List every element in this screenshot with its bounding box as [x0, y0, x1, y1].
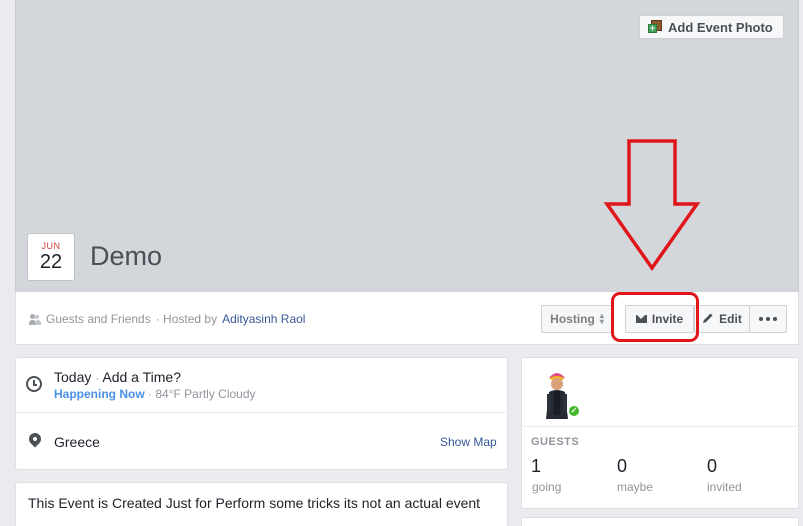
- show-map-link[interactable]: Show Map: [440, 435, 497, 449]
- event-location[interactable]: Greece: [54, 434, 100, 450]
- event-date-month: JUN: [41, 241, 61, 251]
- divider: [15, 412, 508, 413]
- going-count[interactable]: 1: [531, 456, 541, 477]
- edit-label: Edit: [719, 312, 742, 326]
- maybe-count[interactable]: 0: [617, 456, 627, 477]
- next-card: [521, 517, 799, 526]
- sort-arrows-icon: ▴ ▾: [599, 311, 604, 326]
- happening-now-status: Happening Now: [54, 387, 145, 401]
- event-description: This Event is Created Just for Perform s…: [28, 495, 481, 511]
- add-time-link[interactable]: Add a Time?: [102, 369, 181, 385]
- time-separator: ·: [95, 371, 100, 385]
- hosted-by-prefix: · Hosted by: [155, 312, 218, 326]
- more-options-button[interactable]: [749, 305, 787, 333]
- add-event-photo-button[interactable]: + Add Event Photo: [639, 15, 784, 39]
- annotation-highlight-box: [611, 292, 699, 342]
- pencil-icon: [702, 312, 714, 327]
- event-date-day: 22: [39, 251, 63, 273]
- event-title: Demo: [90, 241, 163, 271]
- event-status-line: Happening Now · 84°F Partly Cloudy: [54, 387, 256, 401]
- maybe-label[interactable]: maybe: [617, 480, 653, 494]
- guests-icon: [29, 313, 41, 325]
- more-icon: [759, 317, 777, 321]
- going-label[interactable]: going: [532, 480, 561, 494]
- check-icon: ✓: [567, 404, 581, 418]
- event-privacy: Guests and Friends: [46, 312, 151, 326]
- invited-count[interactable]: 0: [707, 456, 717, 477]
- edit-button[interactable]: Edit: [694, 305, 750, 333]
- event-time-today: Today: [54, 369, 92, 385]
- clock-icon: [26, 376, 42, 392]
- divider: [521, 426, 799, 427]
- hosting-label: Hosting: [550, 312, 595, 326]
- weather-info: 84°F Partly Cloudy: [155, 387, 256, 401]
- hosting-dropdown-button[interactable]: Hosting ▴ ▾: [541, 305, 613, 333]
- guests-heading: GUESTS: [531, 436, 580, 448]
- event-time: Today · Add a Time?: [54, 369, 181, 385]
- invited-label[interactable]: invited: [707, 480, 742, 494]
- host-name-link[interactable]: Adityasinh Raol: [222, 312, 305, 326]
- event-date-badge: JUN 22: [27, 233, 75, 281]
- add-event-photo-label: Add Event Photo: [668, 19, 773, 35]
- add-photo-icon: +: [648, 20, 662, 34]
- weather-separator: ·: [148, 387, 153, 401]
- annotation-arrow-icon: [603, 139, 701, 272]
- event-host-info: Guests and Friends · Hosted by Adityasin…: [29, 312, 305, 326]
